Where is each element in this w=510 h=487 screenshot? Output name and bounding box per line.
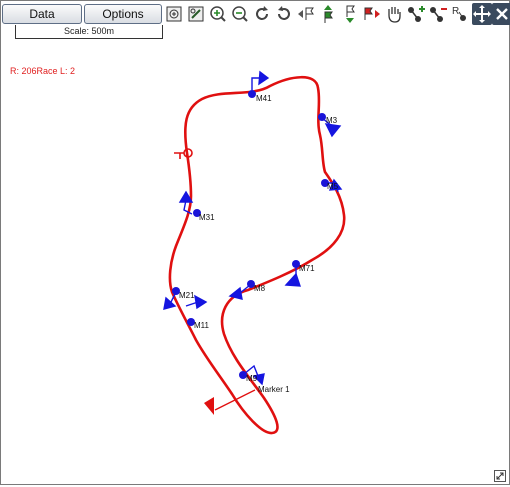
map-canvas[interactable]: M41 M3 M5 M31 M71 M8 M21 M11 M9 Marker 1 bbox=[0, 0, 510, 485]
marker-label: M21 bbox=[179, 291, 195, 300]
marker-point[interactable] bbox=[248, 90, 256, 98]
direction-arrows bbox=[163, 70, 343, 386]
flag-icon bbox=[204, 397, 214, 415]
marker-label: M31 bbox=[199, 213, 215, 222]
marker-label: M3 bbox=[326, 116, 338, 125]
flag-line bbox=[214, 389, 256, 411]
marker-label: M5 bbox=[327, 182, 339, 191]
marker-label: M8 bbox=[254, 284, 266, 293]
marker-label: M71 bbox=[299, 264, 315, 273]
resize-grip-icon[interactable] bbox=[494, 469, 506, 482]
markers[interactable] bbox=[172, 90, 329, 379]
marker-label: M41 bbox=[256, 94, 272, 103]
start-tick bbox=[174, 152, 184, 159]
marker-label: M11 bbox=[194, 321, 210, 330]
marker-label: Marker 1 bbox=[258, 385, 290, 394]
marker-point[interactable] bbox=[318, 113, 326, 121]
marker-label: M9 bbox=[246, 374, 258, 383]
